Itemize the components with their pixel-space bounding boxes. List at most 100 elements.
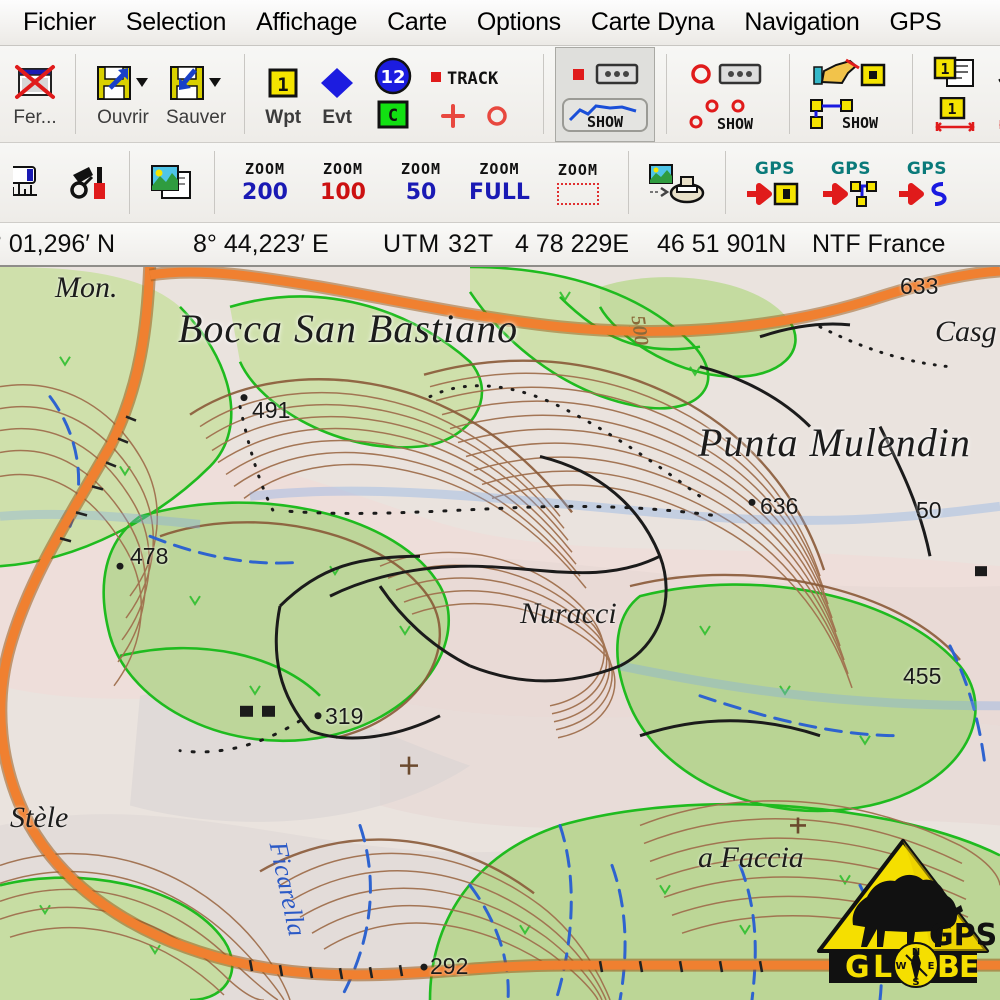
route-sub-badge: C (371, 100, 415, 136)
svg-text:L: L (873, 950, 892, 985)
toolbar-separator-6 (912, 54, 914, 134)
waypoint-icon: 1 (265, 60, 301, 106)
track-show-button[interactable]: SHOW (555, 46, 656, 142)
toolbar-group-openSave: Ouvrir Sauver (81, 46, 239, 142)
gps-to-waypoint-button[interactable]: GPS (737, 154, 813, 212)
zoom-50-value: 50 (405, 180, 437, 205)
latitude-readout: 2° 01,296′ N (0, 229, 115, 258)
hand-edit-icon (812, 51, 890, 97)
print-map-button[interactable] (640, 156, 714, 210)
gps-to-waypoint-icon (745, 181, 805, 207)
save-file-icon (167, 60, 225, 106)
coordinate-status-bar: 2° 01,296′ N 8° 44,223′ E UTM 32T 4 78 2… (0, 223, 1000, 267)
point-segment-icon (688, 51, 768, 97)
toolbar2-separator-3 (627, 151, 629, 214)
track-button[interactable]: TRACK (422, 49, 532, 140)
open-file-icon (94, 60, 152, 106)
svg-text:C: C (388, 106, 398, 126)
zoom-100-value: 100 (320, 180, 366, 205)
zoom-100-button[interactable]: ZOOM 100 (304, 155, 382, 210)
toolbar-primary: Fer... Ouvrir Sauver 1 Wpt Evt 12 C TRAC… (0, 46, 1000, 143)
menu-item-selection[interactable]: Selection (111, 6, 241, 39)
menu-item-affichage[interactable]: Affichage (241, 6, 372, 39)
toolbar-group-point-show: SHOW (672, 46, 784, 142)
measure-button[interactable] (60, 156, 118, 210)
waypoint-label: Wpt (265, 106, 302, 128)
toolbar-group-labels: 1 1 LINE (918, 46, 1000, 142)
event-button[interactable]: Evt (310, 56, 364, 133)
svg-text:12: 12 (381, 67, 406, 88)
menu-item-carte-dyna[interactable]: Carte Dyna (576, 6, 729, 39)
track-sub-controls (429, 100, 525, 136)
zoom-100-label: ZOOM (322, 160, 364, 178)
route-button[interactable]: 12 C (364, 49, 422, 140)
toolbar-group-track-show: SHOW (549, 46, 661, 142)
toolbar-separator-2 (244, 54, 246, 134)
line-label-button[interactable]: LINE (986, 47, 1000, 142)
open-file-label: Ouvrir (97, 106, 149, 128)
longitude-readout: 8° 44,223′ E (193, 229, 329, 258)
map-datum-readout: NTF France (812, 229, 946, 258)
toolbar2-separator-2 (214, 151, 215, 214)
gps-route-label: GPS (830, 158, 872, 179)
gps-globe-logo: G L B E N S E W GPS (811, 833, 997, 998)
zoom-200-value: 200 (242, 180, 288, 205)
distance-bar-icon (995, 98, 1000, 138)
menu-item-fichier[interactable]: Fichier (8, 6, 111, 39)
waypoint-label-button[interactable]: 1 1 (924, 46, 986, 143)
toolbar-group-print (634, 143, 720, 222)
menu-item-carte[interactable]: Carte (372, 6, 462, 39)
profile-chart-icon (13, 160, 53, 206)
gps-to-route-button[interactable]: GPS (813, 154, 889, 212)
track-segment-icon (565, 51, 645, 97)
measure-tool-icon (67, 160, 111, 206)
zoom-50-label: ZOOM (400, 160, 442, 178)
utm-zone-readout: UTM 32T (383, 229, 495, 258)
zoom-full-value: FULL (469, 180, 530, 205)
svg-text:G: G (845, 950, 870, 985)
zoom-full-button[interactable]: ZOOM FULL (460, 155, 539, 210)
zoom-rectangle-icon (556, 182, 599, 205)
svg-text:SHOW: SHOW (717, 115, 754, 132)
edit-route-show-icon: SHOW (808, 98, 894, 138)
toolbar-separator-5 (789, 54, 791, 134)
map-layers-button[interactable] (141, 156, 203, 210)
waypoint-button[interactable]: 1 Wpt (256, 56, 310, 133)
route-circle-icon: 12 (373, 53, 413, 99)
zoom-200-label: ZOOM (244, 160, 286, 178)
svg-text:SHOW: SHOW (842, 114, 879, 132)
event-diamond-icon (317, 60, 357, 106)
toolbar2-separator-4 (724, 151, 726, 214)
toolbar-group-file: Fer... (0, 46, 70, 142)
toolbar-group-analysis (0, 143, 124, 222)
toolbar-separator-1 (75, 54, 76, 134)
menu-item-options[interactable]: Options (462, 6, 576, 39)
svg-text:1: 1 (941, 60, 950, 78)
svg-text:W: W (895, 961, 906, 972)
close-map-button[interactable]: Fer... (6, 56, 64, 133)
track-icon: TRACK (429, 53, 525, 99)
save-file-label: Sauver (166, 106, 227, 128)
zoom-rectangle-button[interactable]: ZOOM (539, 156, 617, 210)
profile-button[interactable] (6, 156, 60, 210)
print-map-icon (647, 160, 707, 206)
gps-to-track-button[interactable]: GPS (889, 154, 965, 212)
zoom-200-button[interactable]: ZOOM 200 (226, 155, 304, 210)
edit-route-button[interactable]: SHOW (801, 47, 901, 142)
menu-bar: Fichier Selection Affichage Carte Option… (0, 0, 1000, 46)
gps-track-label: GPS (906, 158, 948, 179)
event-label: Evt (322, 106, 352, 128)
menu-item-navigation[interactable]: Navigation (729, 6, 874, 39)
track-show-icon: SHOW (562, 97, 649, 138)
map-canvas[interactable]: Mon. Bocca San Bastiano 491 633 Casg Pun… (0, 267, 1000, 1000)
menu-item-gps[interactable]: GPS (874, 6, 956, 39)
zoom-50-button[interactable]: ZOOM 50 (382, 155, 460, 210)
open-file-button[interactable]: Ouvrir (87, 56, 159, 133)
save-file-button[interactable]: Sauver (159, 56, 233, 133)
map-layers-icon (148, 160, 196, 206)
toolbar-group-gps: GPS GPS GPS (731, 143, 971, 222)
toolbar2-separator-1 (129, 151, 130, 214)
svg-text:TRACK: TRACK (447, 69, 499, 89)
point-show-button[interactable]: SHOW (678, 47, 778, 142)
svg-text:N: N (912, 947, 920, 958)
